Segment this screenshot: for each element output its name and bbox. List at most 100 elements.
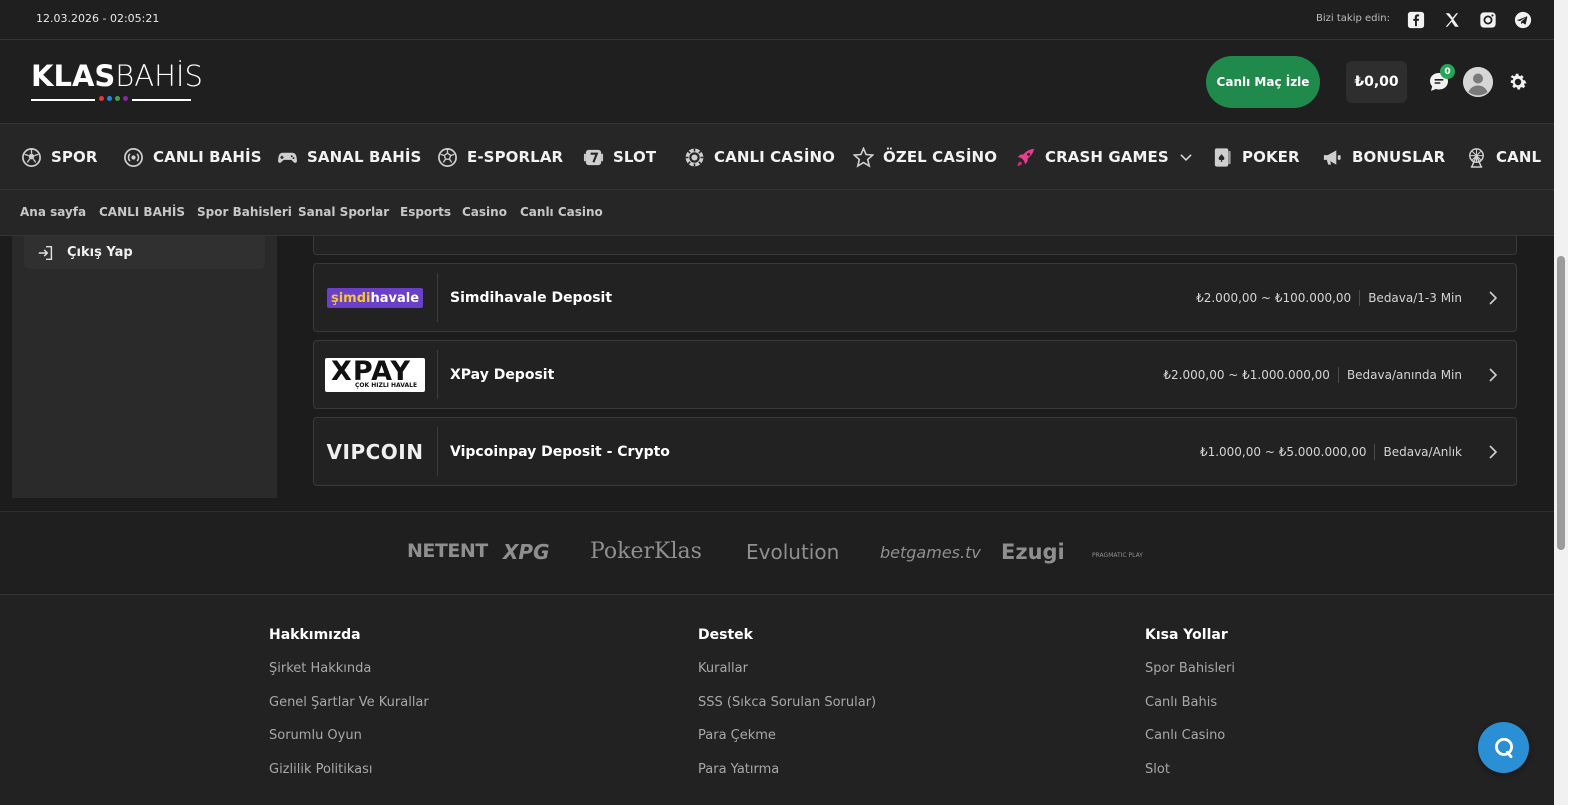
chevron-right-icon bbox=[1489, 291, 1498, 305]
pokerklas-logo: PokerKlas bbox=[590, 539, 702, 564]
x-icon[interactable] bbox=[1442, 10, 1462, 30]
payment-range: ₺1.000,00 ~ ₺5.000.000,00 bbox=[1199, 444, 1367, 459]
footer-heading: Hakkımızda bbox=[269, 627, 361, 643]
footer-link[interactable]: Sorumlu Oyun bbox=[269, 728, 429, 762]
footer-link[interactable]: Para Çekme bbox=[698, 728, 876, 762]
payment-limits: ₺2.000,00 ~ ₺1.000.000,00 Bedava/anında … bbox=[1163, 341, 1462, 408]
footer-link[interactable]: SSS (Sıkca Sorulan Sorular) bbox=[698, 695, 876, 729]
footer-link[interactable]: Canlı Bahis bbox=[1145, 695, 1235, 729]
chevron-right-icon bbox=[1489, 445, 1498, 459]
simdihavale-logo: şimdi havale bbox=[325, 278, 425, 318]
pragmatic-play-logo: PRAGMATIC PLAY bbox=[1092, 552, 1143, 559]
logo-dot bbox=[115, 96, 120, 101]
betgames-logo: betgames.tv bbox=[880, 543, 981, 562]
logout-icon bbox=[38, 245, 53, 260]
payment-fee-time: Bedava/1-3 Min bbox=[1368, 290, 1462, 305]
payment-limits: ₺1.000,00 ~ ₺5.000.000,00 Bedava/Anlık bbox=[1200, 418, 1462, 485]
nav-item-ozel-casino[interactable]: ÖZEL CASİNO bbox=[853, 124, 997, 189]
logo-dot bbox=[99, 96, 104, 101]
nav-item-sanal-bahis[interactable]: SANAL BAHİS bbox=[277, 124, 421, 189]
footer: Hakkımızda Şirket Hakkında Genel Şartlar… bbox=[0, 595, 1568, 805]
live-signal-icon bbox=[124, 147, 143, 167]
facebook-icon[interactable] bbox=[1406, 10, 1426, 30]
footer-link[interactable]: Genel Şartlar Ve Kurallar bbox=[269, 695, 429, 729]
footer-link[interactable]: Slot bbox=[1145, 762, 1235, 796]
account-sidebar: Çıkış Yap bbox=[12, 236, 277, 498]
ferris-wheel-icon bbox=[1469, 147, 1484, 168]
footer-column-support: Destek Kurallar SSS (Sıkca Sorulan Sorul… bbox=[698, 627, 876, 795]
top-bar: 12.03.2026 - 02:05:21 Bizi takip edin: bbox=[0, 0, 1568, 40]
payment-name: Simdihavale Deposit bbox=[450, 289, 613, 306]
breadcrumb-item[interactable]: Esports bbox=[400, 205, 451, 219]
breadcrumb-item[interactable]: Canlı Casino bbox=[520, 205, 603, 219]
site-logo[interactable]: KLASBAHİS bbox=[31, 60, 203, 106]
gamepad-icon bbox=[278, 152, 297, 163]
footer-heading: Kısa Yollar bbox=[1145, 627, 1228, 643]
nav-item-spor[interactable]: SPOR bbox=[21, 124, 98, 189]
nav-item-poker[interactable]: POKER bbox=[1212, 124, 1300, 189]
footer-link[interactable]: Kurallar bbox=[698, 661, 876, 695]
breadcrumb-item[interactable]: CANLI BAHİS bbox=[99, 205, 185, 219]
support-chat-icon bbox=[1494, 737, 1513, 758]
payment-fee-time: Bedava/Anlık bbox=[1383, 444, 1462, 459]
nav-item-crash-games[interactable]: CRASH GAMES bbox=[1015, 124, 1194, 189]
soccer-ball-icon bbox=[22, 147, 41, 167]
playing-card-icon bbox=[1214, 147, 1231, 167]
chevron-down-icon bbox=[1180, 154, 1192, 161]
footer-link[interactable]: Spor Bahisleri bbox=[1145, 661, 1235, 695]
ezugi-logo: Ezugi bbox=[1001, 540, 1065, 564]
breadcrumb: Ana sayfa CANLI BAHİS Spor Bahisleri San… bbox=[0, 190, 1568, 236]
payment-range: ₺2.000,00 ~ ₺100.000,00 bbox=[1196, 290, 1352, 305]
megaphone-icon bbox=[1323, 149, 1341, 165]
watch-live-match-button[interactable]: Canlı Maç İzle bbox=[1206, 56, 1320, 108]
breadcrumb-item[interactable]: Ana sayfa bbox=[20, 205, 86, 219]
balance-display[interactable]: ₺0,00 bbox=[1346, 61, 1407, 103]
payment-method-card[interactable]: XPAY ÇOK HIZLI HAVALE XPay Deposit ₺2.00… bbox=[313, 340, 1517, 409]
chevron-right-icon bbox=[1489, 368, 1498, 382]
star-icon bbox=[853, 146, 874, 168]
provider-logos: NETENT XPG PokerKlas Evolution betgames.… bbox=[0, 511, 1568, 595]
footer-link[interactable]: Gizlilik Politikası bbox=[269, 762, 429, 796]
page: 12.03.2026 - 02:05:21 Bizi takip edin: K… bbox=[0, 0, 1568, 805]
deposit-content: Çıkış Yap şimdi havale Simdihavale Deposi… bbox=[0, 236, 1568, 511]
slot-seven-icon bbox=[583, 149, 604, 165]
nav-item-bonuslar[interactable]: BONUSLAR bbox=[1322, 124, 1445, 189]
nav-item-slot[interactable]: SLOT bbox=[583, 124, 656, 189]
vipcoin-logo: VIPCOIN bbox=[326, 440, 424, 464]
gear-icon[interactable] bbox=[1507, 71, 1529, 93]
footer-link[interactable]: Şirket Hakkında bbox=[269, 661, 429, 695]
footer-column-shortcuts: Kısa Yollar Spor Bahisleri Canlı Bahis C… bbox=[1145, 627, 1235, 795]
main-nav: SPOR CANLI BAHİS SANAL BAHİS E-SPORLAR S… bbox=[0, 124, 1568, 190]
payment-limits: ₺2.000,00 ~ ₺100.000,00 Bedava/1-3 Min bbox=[1196, 264, 1462, 331]
telegram-icon[interactable] bbox=[1513, 10, 1533, 30]
scrollbar-thumb[interactable] bbox=[1557, 256, 1565, 550]
payment-name: XPay Deposit bbox=[450, 366, 555, 383]
nav-item-e-sporlar[interactable]: E-SPORLAR bbox=[437, 124, 563, 189]
logo-dot bbox=[107, 96, 112, 101]
avatar[interactable] bbox=[1463, 67, 1493, 97]
nav-item-canl[interactable]: CANL bbox=[1466, 124, 1541, 189]
footer-link[interactable]: Canlı Casino bbox=[1145, 728, 1235, 762]
payment-fee-time: Bedava/anında Min bbox=[1346, 367, 1462, 382]
breadcrumb-item[interactable]: Spor Bahisleri bbox=[197, 205, 292, 219]
payment-card-partial[interactable] bbox=[313, 236, 1517, 255]
xpg-logo: XPG bbox=[503, 540, 550, 564]
nav-item-canli-bahis[interactable]: CANLI BAHİS bbox=[123, 124, 262, 189]
nav-item-canli-casino[interactable]: CANLI CASİNO bbox=[684, 124, 835, 189]
live-support-button[interactable] bbox=[1478, 722, 1529, 773]
instagram-icon[interactable] bbox=[1478, 10, 1498, 30]
payment-name: Vipcoinpay Deposit - Crypto bbox=[450, 443, 670, 460]
breadcrumb-item[interactable]: Casino bbox=[462, 205, 507, 219]
evolution-logo: Evolution bbox=[746, 540, 840, 564]
footer-column-about: Hakkımızda Şirket Hakkında Genel Şartlar… bbox=[269, 627, 429, 795]
footer-link[interactable]: Para Yatırma bbox=[698, 762, 876, 796]
breadcrumb-item[interactable]: Sanal Sporlar bbox=[298, 205, 389, 219]
payment-method-card[interactable]: VIPCOIN Vipcoinpay Deposit - Crypto ₺1.0… bbox=[313, 417, 1517, 486]
footer-heading: Destek bbox=[698, 627, 753, 643]
logout-button[interactable]: Çıkış Yap bbox=[24, 236, 265, 269]
casino-chip-icon bbox=[685, 148, 704, 166]
datetime: 12.03.2026 - 02:05:21 bbox=[36, 12, 160, 25]
payment-method-card[interactable]: şimdi havale Simdihavale Deposit ₺2.000,0… bbox=[313, 263, 1517, 332]
xpay-logo: XPAY ÇOK HIZLI HAVALE bbox=[325, 355, 425, 395]
follow-us-label: Bizi takip edin: bbox=[1316, 13, 1390, 24]
